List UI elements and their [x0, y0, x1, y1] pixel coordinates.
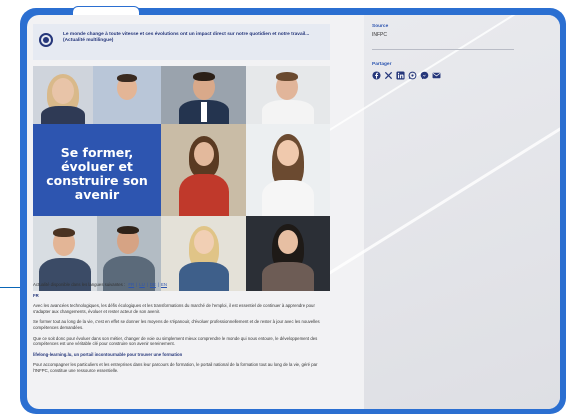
linkedin-icon[interactable] [396, 71, 405, 80]
photo-woman-blonde [33, 66, 93, 124]
article-header: Le monde change à toute vitesse et ces é… [33, 24, 330, 60]
lang-link-de[interactable]: DE [150, 282, 156, 287]
whatsapp-icon[interactable] [408, 71, 417, 80]
x-icon[interactable] [384, 71, 393, 80]
target-logo-icon [39, 33, 53, 47]
photo-man-office [93, 66, 161, 124]
paragraph-4: Pour accompagner les particuliers et les… [33, 362, 318, 373]
article: Le monde change à toute vitesse et ces é… [33, 24, 333, 394]
lang-link-lu[interactable]: LU [139, 282, 145, 287]
paragraph-2: Se former tout au long de la vie, c'est … [33, 319, 320, 330]
email-icon[interactable] [432, 71, 441, 80]
paragraph-1: Avec les avancées technologiques, les dé… [33, 303, 315, 314]
source-value: INFPC [372, 32, 387, 38]
photo-woman-dark-hair [246, 216, 330, 291]
photo-woman-blonde-smiling [161, 216, 246, 291]
language-selector: Actualité disponible dans les langues su… [33, 282, 167, 287]
current-language-label: FR [33, 292, 39, 298]
article-sidebar: Source INFPC Partager [372, 24, 522, 80]
photo-man-smiling [246, 66, 330, 124]
share-buttons [372, 71, 522, 80]
article-lead: Le monde change à toute vitesse et ces é… [63, 32, 310, 44]
paragraph-3: Que ce soit donc pour évoluer dans son m… [33, 335, 318, 347]
photo-man-glasses [33, 216, 97, 291]
source-label: Source [372, 24, 389, 29]
facebook-icon[interactable] [372, 71, 381, 80]
hero-title: Se former, évoluer et construire son ave… [46, 145, 148, 202]
lang-link-en[interactable]: EN [161, 282, 167, 287]
hero-title-block: Se former, évoluer et construire son ave… [33, 124, 161, 224]
lang-link-fr[interactable]: FR [128, 282, 134, 287]
messenger-icon[interactable] [420, 71, 429, 80]
photo-man-office-2 [97, 216, 161, 291]
article-subheading: lifelong-learning.lu, un portail inconto… [33, 351, 183, 357]
languages-prefix: Actualité disponible dans les langues su… [33, 282, 126, 287]
photo-woman-long-hair [246, 124, 330, 216]
article-body: Actualité disponible dans les langues su… [33, 282, 333, 379]
photo-man-suit [161, 66, 246, 124]
sidebar-divider [372, 49, 514, 50]
hero-image-collage: Se former, évoluer et construire son ave… [33, 66, 330, 291]
share-label: Partager [372, 62, 392, 67]
connector-line [0, 287, 22, 288]
photo-woman-red-jacket [161, 124, 246, 216]
